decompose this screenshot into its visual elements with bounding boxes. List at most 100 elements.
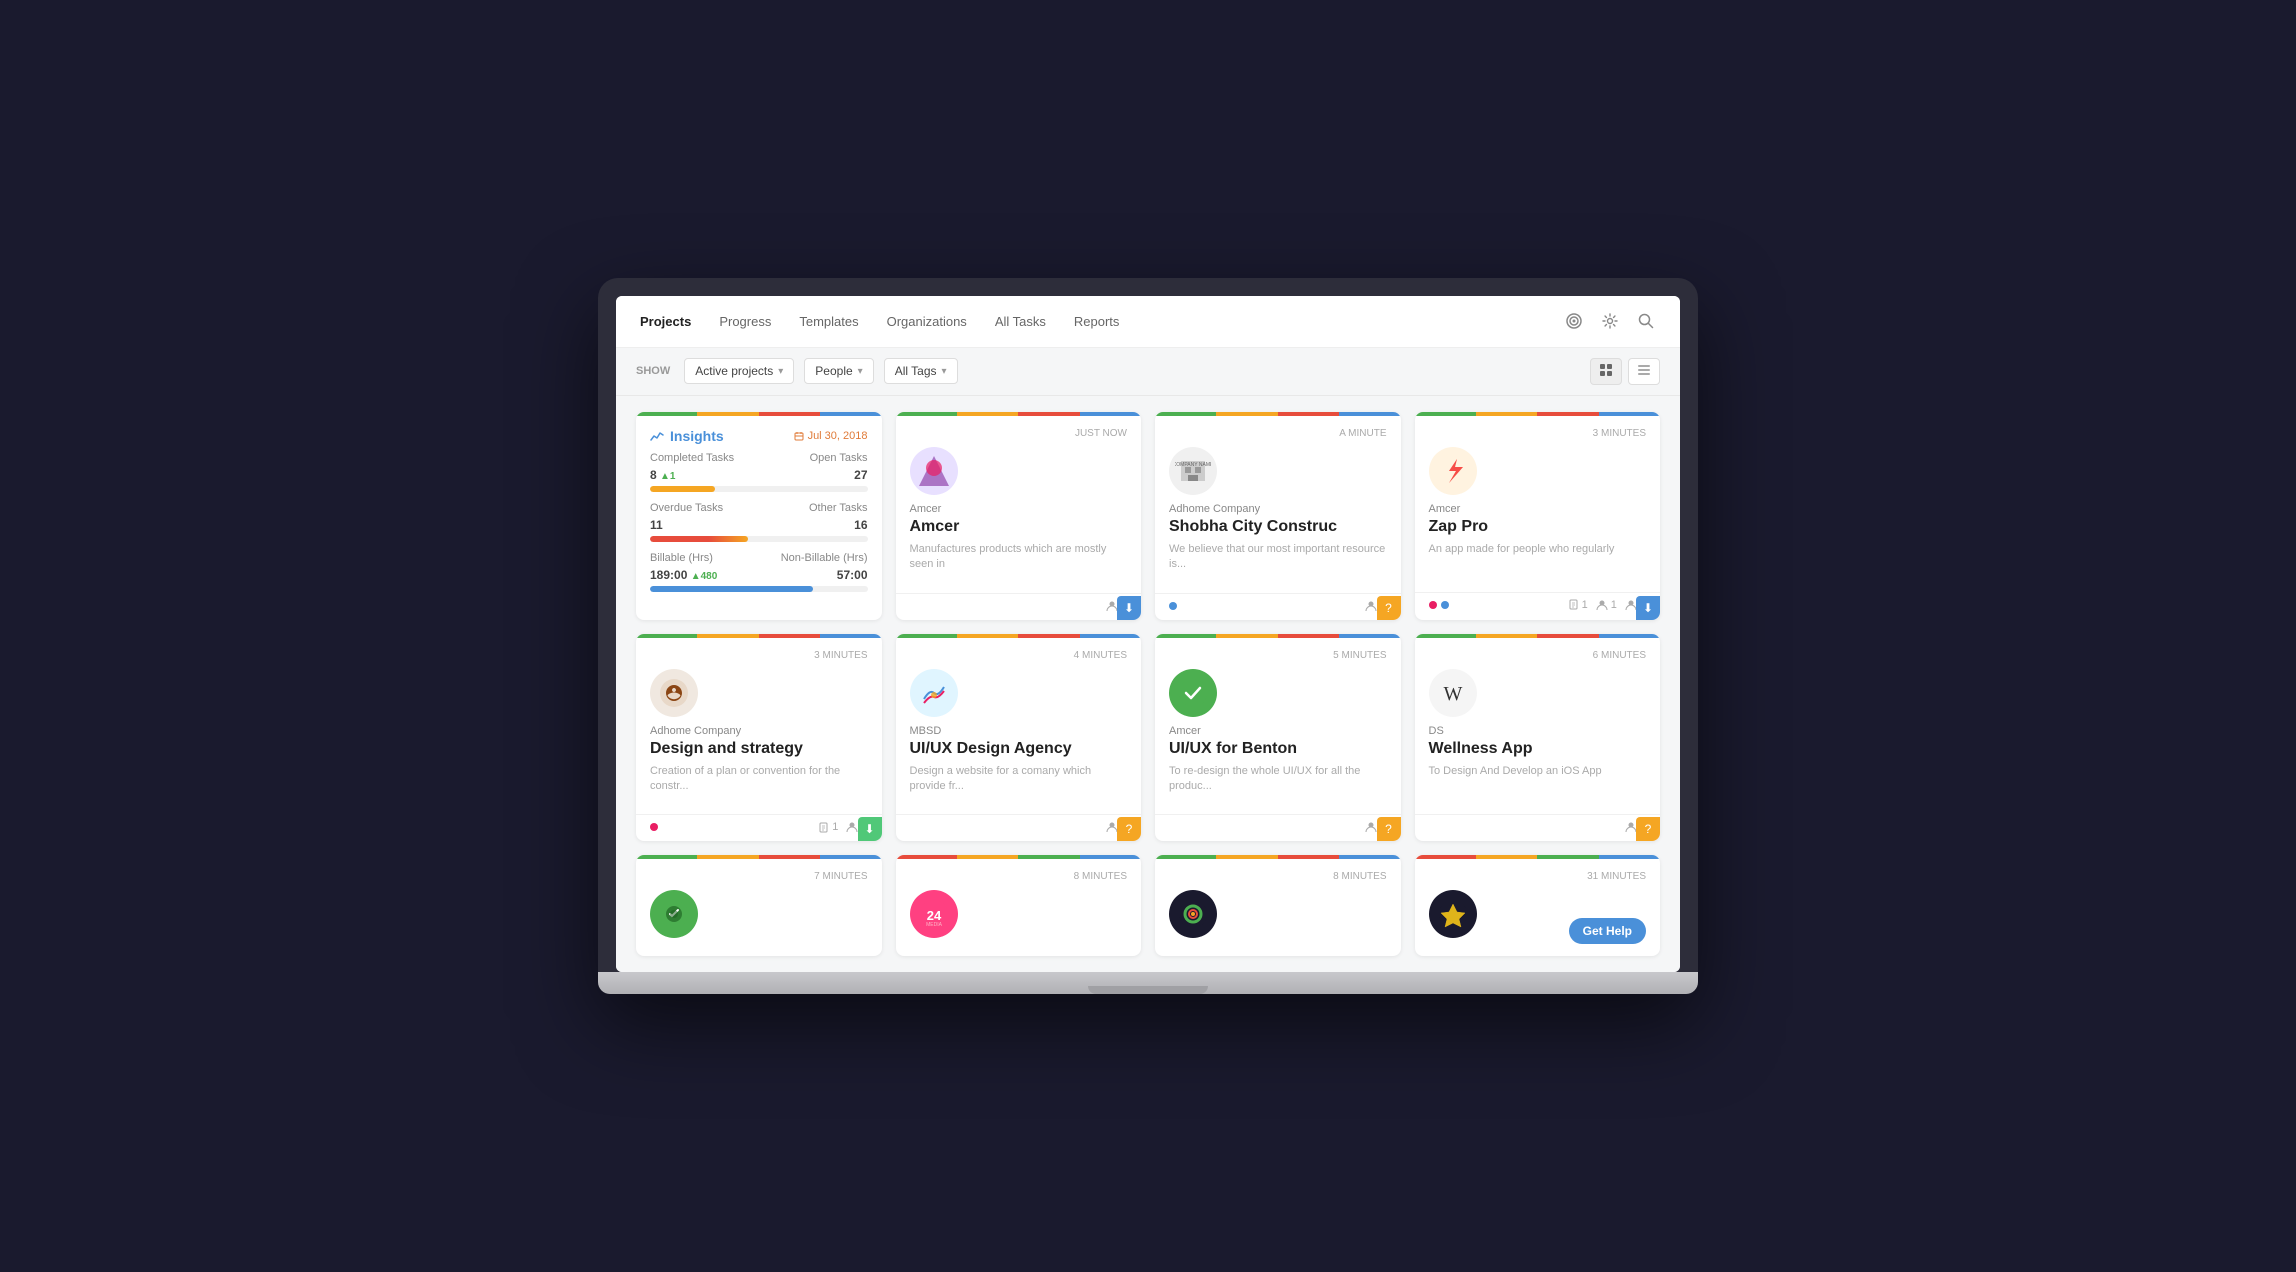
project-card-11[interactable]: 31 MINUTES Get Help	[1415, 855, 1661, 956]
card-title: Amcer	[910, 517, 1128, 536]
card-title: Design and strategy	[650, 739, 868, 758]
corner-badge: ⬇	[1117, 596, 1141, 620]
card-time: 8 MINUTES	[1169, 871, 1387, 882]
corner-badge: ?	[1117, 817, 1141, 841]
card-time: JUST NOW	[910, 428, 1128, 439]
card-time: 31 MINUTES	[1429, 871, 1647, 882]
insights-row-1: Completed Tasks Open Tasks	[650, 452, 868, 464]
stat-doc: 1	[818, 821, 838, 833]
other-value: 16	[854, 518, 867, 532]
svg-text:24: 24	[926, 908, 941, 923]
insights-row-3: Billable (Hrs) Non-Billable (Hrs)	[650, 552, 868, 564]
all-tags-filter[interactable]: All Tags ▾	[884, 358, 958, 384]
insights-card: Insights Jul 30, 2018 Completed Ta	[636, 412, 882, 620]
billable-label: Billable (Hrs)	[650, 552, 713, 564]
other-label: Other Tasks	[809, 502, 868, 514]
nav-links: Projects Progress Templates Organization…	[640, 314, 1119, 329]
card-time: 8 MINUTES	[910, 871, 1128, 882]
card-time: 7 MINUTES	[650, 871, 868, 882]
card-logo	[650, 669, 698, 717]
card-logo: COMPANY NAME	[1169, 447, 1217, 495]
project-card-3[interactable]: 3 MINUTES Amcer Zap Pro An app made for …	[1415, 412, 1661, 620]
insights-body: Completed Tasks Open Tasks 8 ▲1 27	[636, 452, 882, 616]
card-dots	[650, 823, 658, 831]
list-view-button[interactable]	[1628, 358, 1660, 385]
chart-icon	[650, 429, 664, 443]
card-logo	[910, 669, 958, 717]
card-dots	[1429, 601, 1449, 609]
gear-icon[interactable]	[1600, 311, 1620, 331]
card-title: Wellness App	[1429, 739, 1647, 758]
laptop-frame: Projects Progress Templates Organization…	[598, 278, 1698, 995]
overdue-bar	[650, 536, 868, 542]
svg-text:W: W	[1443, 683, 1462, 705]
svg-text:MEDIA: MEDIA	[926, 922, 943, 928]
nonbillable-value: 57:00	[837, 568, 868, 582]
svg-text:COMPANY NAME: COMPANY NAME	[1175, 462, 1211, 468]
card-logo	[1169, 890, 1217, 938]
insights-top-bar	[636, 412, 882, 416]
get-help-button[interactable]: Get Help	[1569, 918, 1646, 944]
nav-organizations[interactable]: Organizations	[887, 314, 967, 329]
insights-date: Jul 30, 2018	[794, 430, 868, 442]
project-card-7[interactable]: 6 MINUTES W DS Wellness App To Design An…	[1415, 634, 1661, 842]
card-org: Adhome Company	[650, 725, 868, 737]
completed-label: Completed Tasks	[650, 452, 734, 464]
card-desc: Design a website for a comany which prov…	[910, 764, 1128, 795]
card-logo: 24 MEDIA	[910, 890, 958, 938]
nav-bar: Projects Progress Templates Organization…	[616, 296, 1680, 348]
completed-bar	[650, 486, 868, 492]
card-org: Amcer	[1429, 503, 1647, 515]
nav-icons	[1564, 311, 1656, 331]
project-card-8[interactable]: 7 MINUTES	[636, 855, 882, 956]
nav-projects[interactable]: Projects	[640, 314, 691, 329]
search-icon[interactable]	[1636, 311, 1656, 331]
nav-alltasks[interactable]: All Tasks	[995, 314, 1046, 329]
nav-progress[interactable]: Progress	[719, 314, 771, 329]
card-dots	[1169, 602, 1177, 610]
card-title: UI/UX Design Agency	[910, 739, 1128, 758]
project-card-2[interactable]: A MINUTE COMPANY NAME Adhome Company Sho…	[1155, 412, 1401, 620]
card-time: 5 MINUTES	[1169, 650, 1387, 661]
laptop-base	[598, 972, 1698, 994]
card-desc: To re-design the whole UI/UX for all the…	[1169, 764, 1387, 795]
card-logo	[650, 890, 698, 938]
card-logo	[1429, 890, 1477, 938]
insights-row-2: Overdue Tasks Other Tasks	[650, 502, 868, 514]
card-org: Amcer	[910, 503, 1128, 515]
nonbillable-label: Non-Billable (Hrs)	[781, 552, 868, 564]
card-title: Zap Pro	[1429, 517, 1647, 536]
card-desc: Creation of a plan or convention for the…	[650, 764, 868, 795]
card-org: DS	[1429, 725, 1647, 737]
target-icon[interactable]	[1564, 311, 1584, 331]
billable-bar	[650, 586, 868, 592]
card-time: 3 MINUTES	[1429, 428, 1647, 439]
corner-badge: ?	[1377, 817, 1401, 841]
nav-reports[interactable]: Reports	[1074, 314, 1120, 329]
project-card-9[interactable]: 8 MINUTES 24 MEDIA	[896, 855, 1142, 956]
corner-badge: ⬇	[1636, 596, 1660, 620]
card-logo	[1429, 447, 1477, 495]
card-stats: 1 1 1	[1568, 599, 1646, 611]
nav-templates[interactable]: Templates	[799, 314, 858, 329]
card-org: Adhome Company	[1169, 503, 1387, 515]
insights-values-1: 8 ▲1 27	[650, 468, 868, 482]
project-card-10[interactable]: 8 MINUTES	[1155, 855, 1401, 956]
corner-badge: ?	[1377, 596, 1401, 620]
insights-values-2: 11 16	[650, 518, 868, 532]
corner-badge: ⬇	[858, 817, 882, 841]
chevron-down-icon: ▾	[942, 366, 947, 377]
card-desc: An app made for people who regularly	[1429, 542, 1647, 572]
open-label: Open Tasks	[810, 452, 868, 464]
project-card-6[interactable]: 5 MINUTES Amcer UI/UX for Benton To re-d…	[1155, 634, 1401, 842]
project-card-5[interactable]: 4 MINUTES MBSD UI/UX Design Agency Desig…	[896, 634, 1142, 842]
active-projects-filter[interactable]: Active projects ▾	[684, 358, 794, 384]
card-title: UI/UX for Benton	[1169, 739, 1387, 758]
grid-view-button[interactable]	[1590, 358, 1622, 385]
projects-grid: Insights Jul 30, 2018 Completed Ta	[636, 412, 1660, 957]
view-toggle	[1590, 358, 1660, 385]
project-card-1[interactable]: JUST NOW Amcer Amcer Manufactures produc…	[896, 412, 1142, 620]
people-filter[interactable]: People ▾	[804, 358, 873, 384]
project-card-4[interactable]: 3 MINUTES Adhome Company Design and stra…	[636, 634, 882, 842]
card-org: Amcer	[1169, 725, 1387, 737]
